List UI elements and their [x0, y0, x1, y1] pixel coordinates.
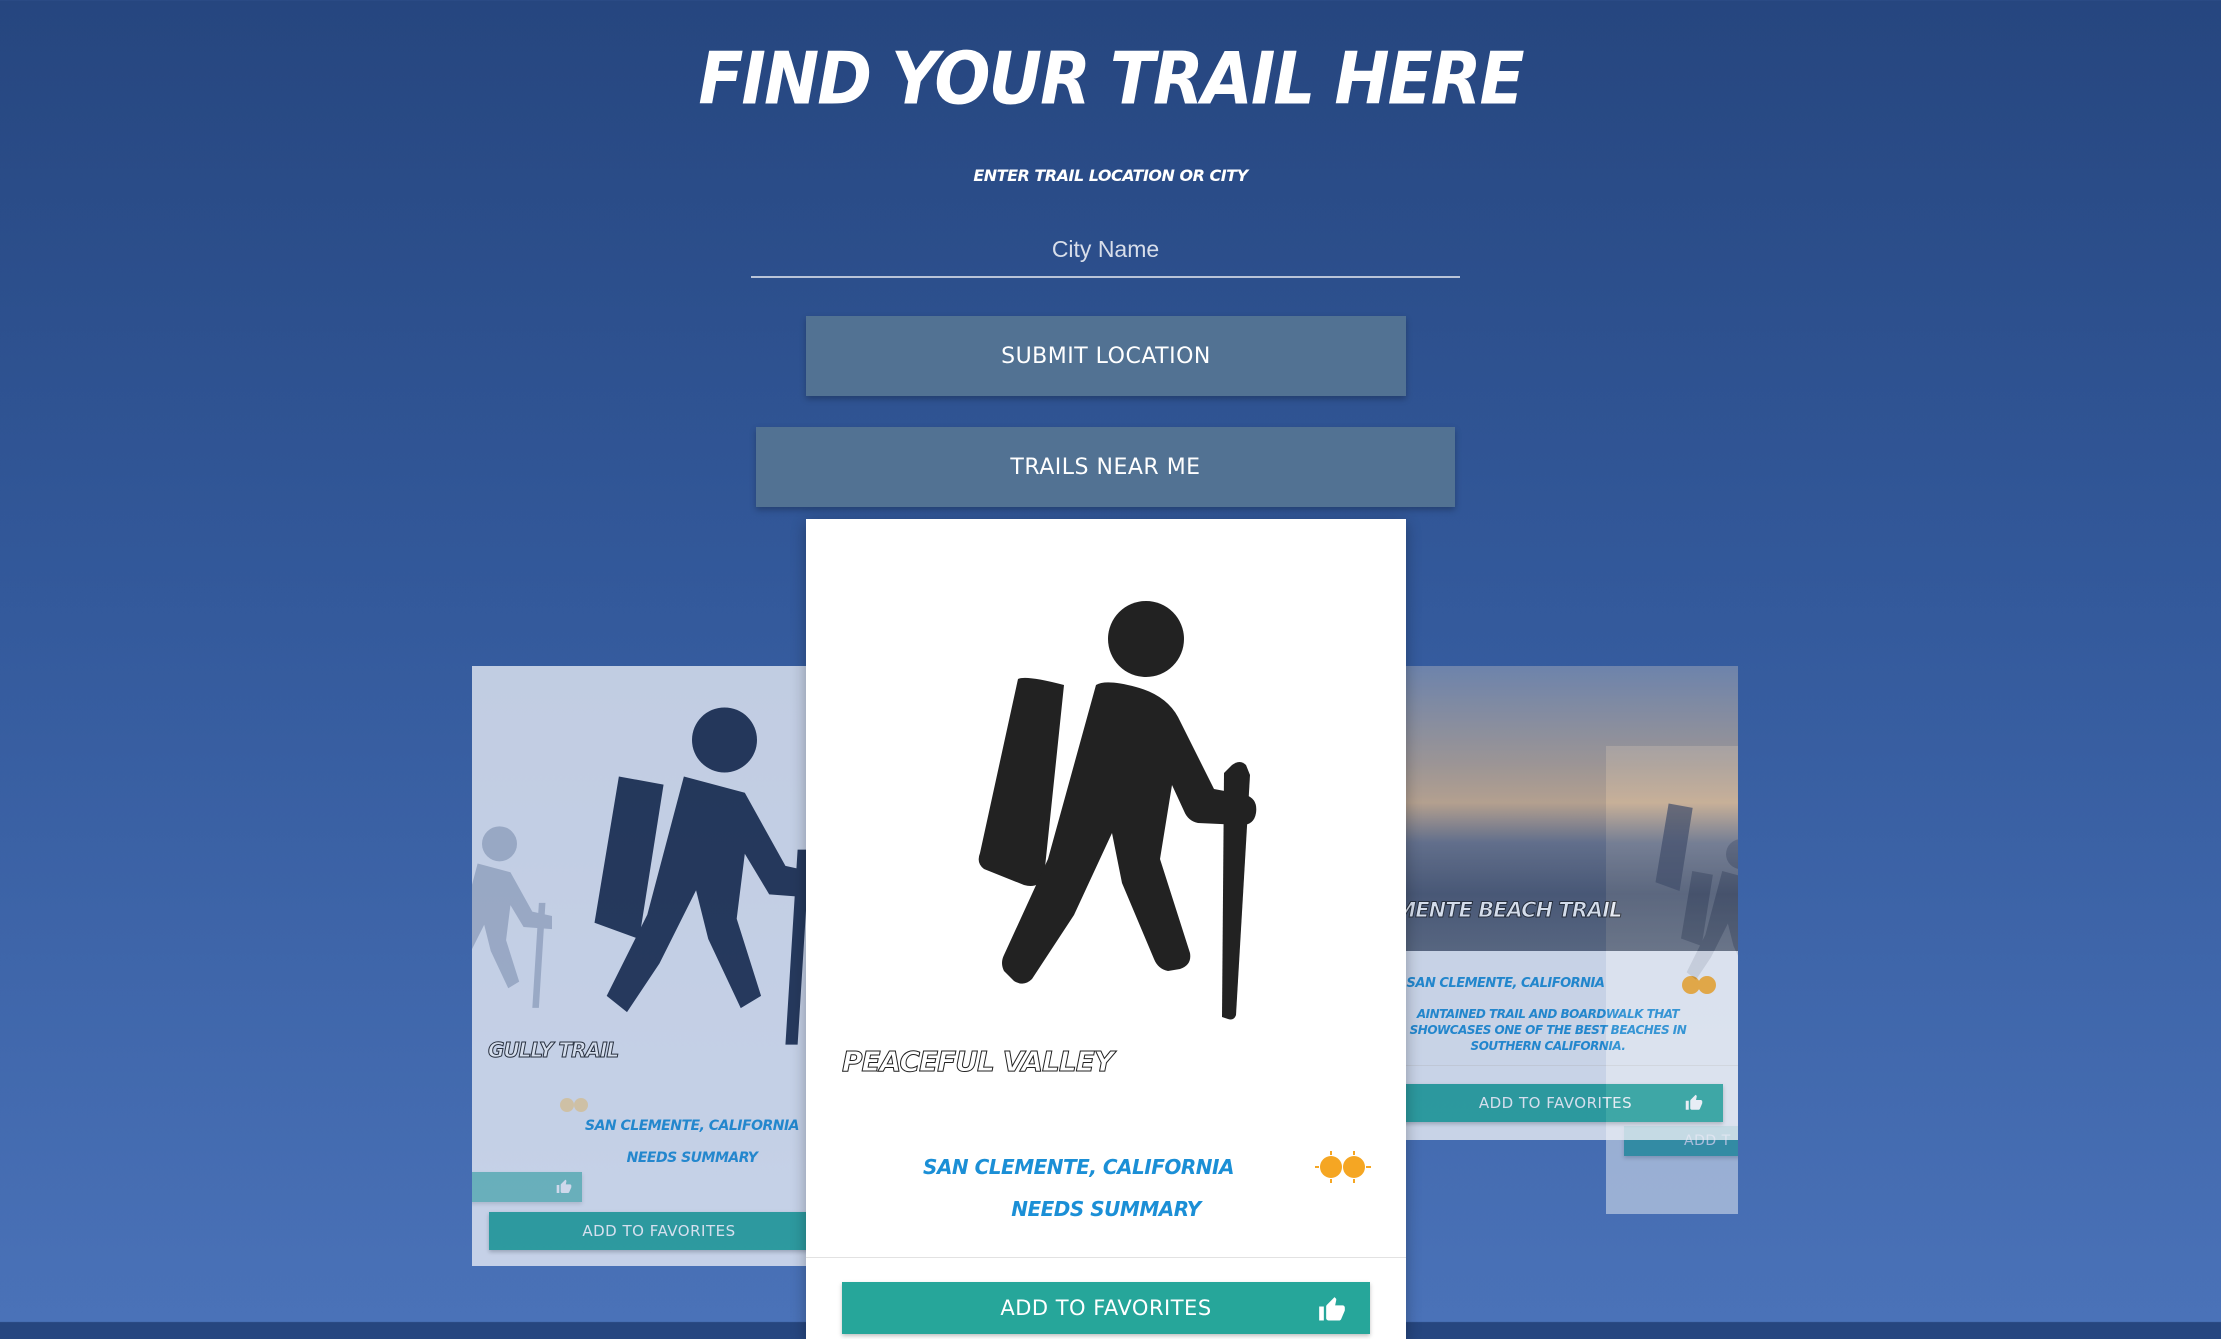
hiker-icon [1655, 803, 1693, 891]
sun-rating-icon [560, 1098, 588, 1112]
trail-card-san-clemente-beach-trail[interactable]: EMENTE BEACH TRAIL SAN CLEMENTE, CALIFOR… [1388, 666, 1738, 1140]
trail-card-gully-trail[interactable]: GULLY TRAIL SAN CLEMENTE, CALIFORNIA NEE… [472, 666, 832, 1266]
sun-rating-icon [1682, 976, 1716, 994]
card-divider [1388, 1065, 1738, 1066]
trails-near-me-button[interactable]: TRAILS NEAR ME [756, 427, 1455, 507]
trail-name: EMENTE BEACH TRAIL [1388, 898, 1623, 923]
sun-rating-icon [1315, 1151, 1371, 1183]
trail-card-peaceful-valley[interactable]: PEACEFUL VALLEY SAN CLEMENTE, CALIFORNIA… [806, 519, 1406, 1339]
add-to-favorites-button[interactable]: ADD TO FAVORITES [1388, 1084, 1723, 1122]
add-to-favorites-button-ghost[interactable] [472, 1172, 582, 1202]
thumbs-up-icon [1319, 1297, 1345, 1321]
trail-name: GULLY TRAIL [487, 1038, 619, 1063]
hiker-icon [594, 707, 822, 1045]
add-to-favorites-label: ADD TO FAVORITES [1478, 1094, 1633, 1112]
add-to-favorites-button[interactable]: ADD TO FAVORITES [842, 1282, 1370, 1334]
trail-summary: NEEDS SUMMARY [626, 1150, 758, 1166]
trail-location: SAN CLEMENTE, CALIFORNIA [584, 1118, 800, 1134]
thumbs-up-icon [556, 1179, 572, 1193]
trail-name: PEACEFUL VALLEY [841, 1045, 1114, 1079]
trail-summary: NEEDS SUMMARY [1011, 1197, 1201, 1221]
trail-location: SAN CLEMENTE, CALIFORNIA [923, 1155, 1234, 1179]
card-divider [806, 1257, 1406, 1258]
hiker-icon [472, 826, 552, 1008]
trail-location: SAN CLEMENTE, CALIFORNIA [1406, 976, 1605, 991]
hiker-icon [978, 601, 1257, 1020]
thumbs-up-icon [1685, 1094, 1703, 1110]
city-search-input[interactable] [751, 222, 1460, 278]
trail-summary: AINTAINED TRAIL AND BOARDWALK THAT SHOWC… [1409, 1007, 1687, 1053]
search-instructions: ENTER TRAIL LOCATION OR CITY [973, 166, 1248, 185]
page-title: FIND YOUR TRAIL HERE [698, 36, 1524, 121]
submit-location-button[interactable]: SUBMIT LOCATION [806, 316, 1406, 396]
add-to-favorites-button[interactable]: ADD TO FAVORITES [489, 1212, 829, 1250]
add-to-favorites-label: ADD TO FAVORITES [1000, 1296, 1212, 1320]
